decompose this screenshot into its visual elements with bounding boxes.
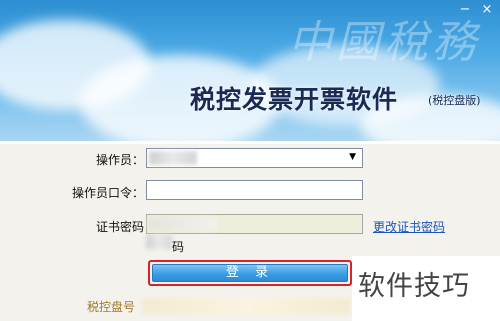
redacted-remember-checkbox (146, 235, 172, 249)
redacted-cert-password (147, 217, 217, 231)
change-cert-password-link[interactable]: 更改证书密码 (373, 218, 445, 235)
minimize-button[interactable]: − (456, 3, 474, 17)
remember-password-label: 码 (172, 240, 185, 254)
watermark-brand: 软件技巧 (352, 256, 500, 321)
app-title: 税控发票开票软件 (190, 85, 399, 114)
operator-password-field[interactable] (147, 183, 362, 201)
login-button-frame: 登 录 (148, 260, 352, 286)
login-button[interactable]: 登 录 (152, 264, 348, 282)
cert-password-label: 证书密码 (95, 220, 144, 234)
operator-label: 操作员： (95, 153, 144, 167)
cert-password-input[interactable] (146, 214, 363, 234)
separator (0, 141, 500, 144)
operator-password-input[interactable] (146, 180, 363, 201)
close-button[interactable]: × (478, 3, 496, 17)
app-subtitle: (税控盘版) (428, 94, 481, 107)
login-banner: 中國稅務 − × 税控发票开票软件 (税控盘版) (0, 0, 500, 141)
watermark-brand-text: 软件技巧 (358, 271, 470, 302)
operator-password-label: 操作员口令： (71, 186, 144, 200)
redacted-device-number (142, 298, 350, 314)
redacted-operator-name (149, 151, 197, 165)
chevron-down-icon[interactable]: ▼ (349, 152, 356, 162)
operator-select[interactable]: ▼ (146, 148, 363, 168)
watermark-calligraphy: 中國稅務 (288, 17, 480, 68)
device-number-label: 税控盘号 (87, 300, 136, 314)
